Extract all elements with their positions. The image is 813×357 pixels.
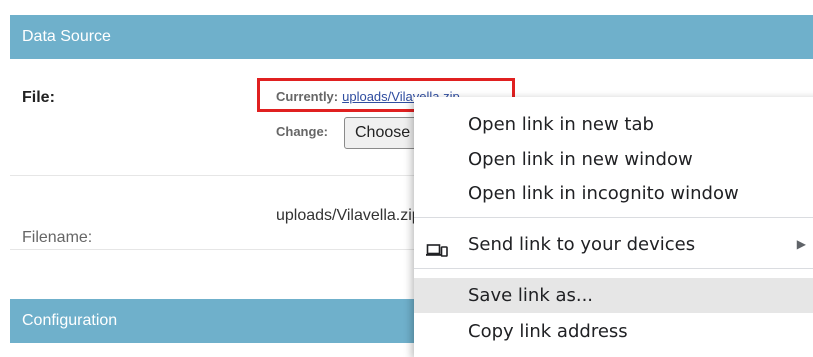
- change-label: Change:: [276, 124, 328, 139]
- menu-item-open-new-window[interactable]: Open link in new window: [414, 142, 813, 177]
- menu-item-label: Send link to your devices: [468, 234, 696, 255]
- menu-item-open-incognito[interactable]: Open link in incognito window: [414, 176, 813, 211]
- menu-item-copy-link-address[interactable]: Copy link address: [414, 314, 813, 349]
- data-source-title: Data Source: [22, 28, 111, 45]
- context-menu: Open link in new tab Open link in new wi…: [414, 97, 813, 357]
- menu-item-label: Open link in incognito window: [468, 183, 739, 204]
- menu-item-label: Copy link address: [468, 321, 628, 342]
- filename-label: Filename:: [22, 229, 93, 246]
- menu-item-save-link-as[interactable]: Save link as...: [414, 278, 813, 313]
- menu-item-label: Save link as...: [468, 285, 594, 306]
- menu-separator: [414, 217, 813, 218]
- submenu-arrow-icon: ▶: [796, 237, 806, 251]
- menu-item-label: Open link in new window: [468, 149, 693, 170]
- data-source-header: Data Source: [10, 15, 813, 59]
- filename-value: uploads/Vilavella.zip: [276, 207, 421, 224]
- menu-separator: [414, 268, 813, 269]
- menu-item-label: Open link in new tab: [468, 114, 654, 135]
- devices-icon: [426, 236, 448, 257]
- file-label: File:: [22, 89, 55, 106]
- configuration-title: Configuration: [22, 312, 118, 329]
- menu-item-open-new-tab[interactable]: Open link in new tab: [414, 107, 813, 142]
- menu-item-send-to-devices[interactable]: Send link to your devices ▶: [414, 227, 813, 262]
